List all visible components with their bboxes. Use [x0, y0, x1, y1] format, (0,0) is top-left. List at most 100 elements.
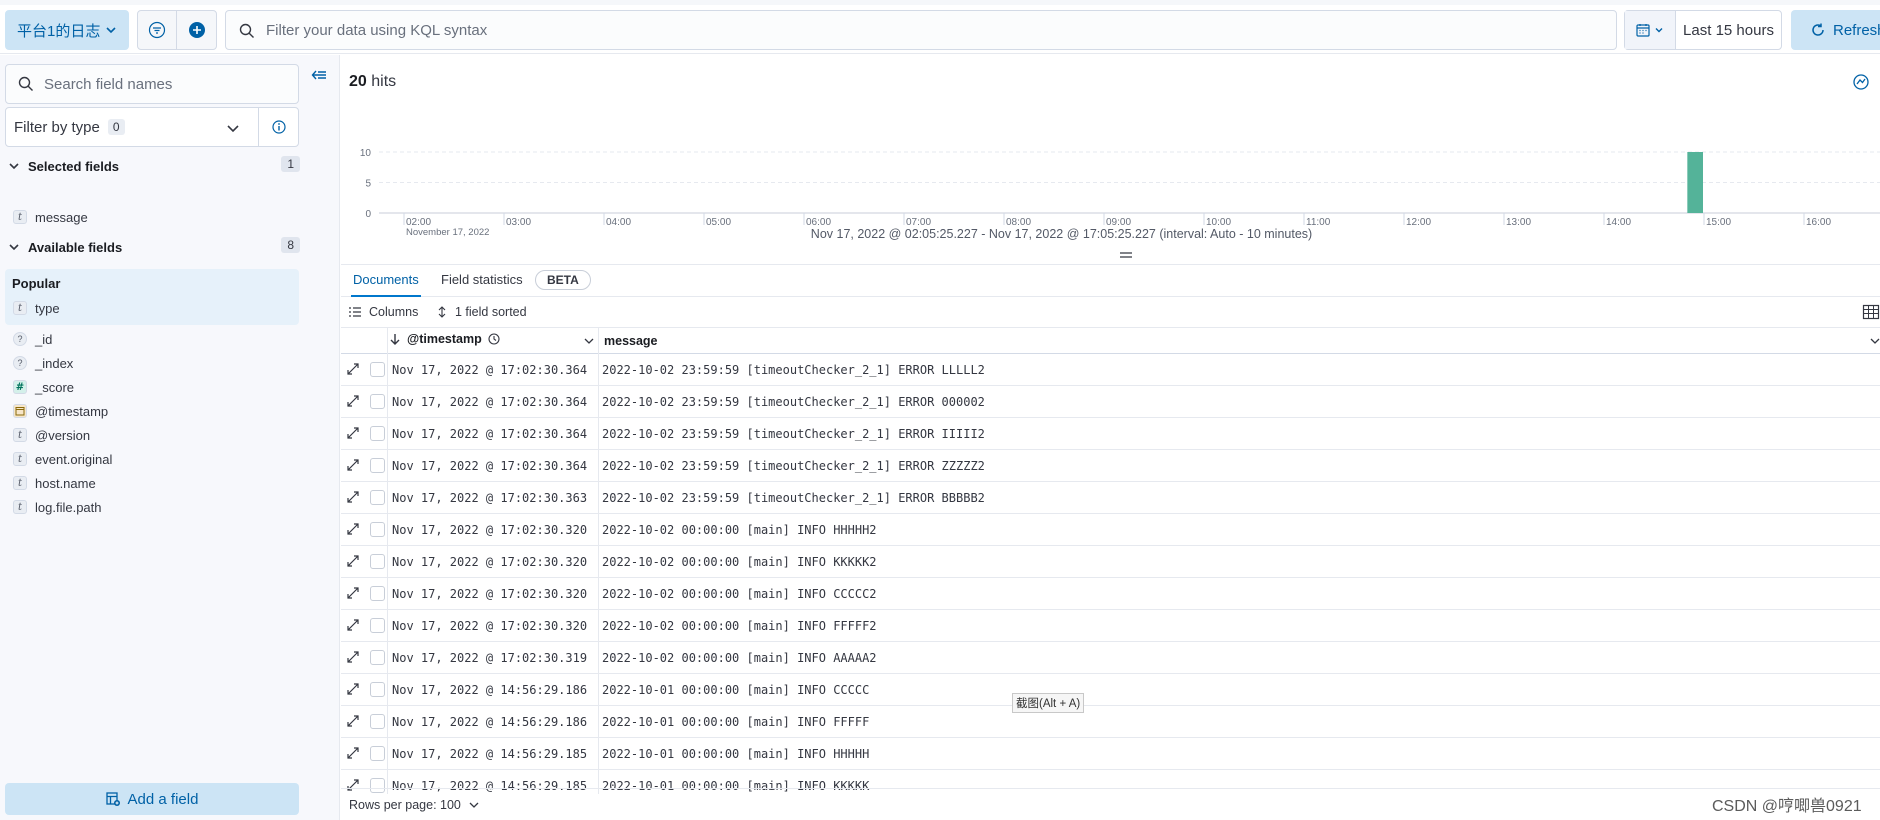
row-checkbox[interactable]	[370, 490, 385, 505]
row-checkbox[interactable]	[370, 618, 385, 633]
search-field-names-input[interactable]: Search field names	[5, 64, 299, 104]
table-row[interactable]: Nov 17, 2022 @ 17:02:30.320 2022-10-02 00…	[341, 578, 1880, 610]
expand-icon[interactable]	[346, 586, 360, 600]
field-name: host.name	[35, 475, 96, 491]
filter-count-badge: 0	[107, 119, 125, 135]
expand-icon[interactable]	[346, 714, 360, 728]
field-item-log-file-path[interactable]: t log.file.path	[13, 497, 102, 517]
expand-icon[interactable]	[346, 554, 360, 568]
row-checkbox[interactable]	[370, 394, 385, 409]
add-filter-button[interactable]	[177, 11, 216, 49]
row-checkbox[interactable]	[370, 682, 385, 697]
timestamp-column-header[interactable]: @timestamp	[389, 332, 500, 346]
expand-icon[interactable]	[346, 682, 360, 696]
table-row[interactable]: Nov 17, 2022 @ 17:02:30.364 2022-10-02 23…	[341, 354, 1880, 386]
resize-handle-icon[interactable]	[1119, 251, 1133, 259]
table-row[interactable]: Nov 17, 2022 @ 17:02:30.320 2022-10-02 00…	[341, 514, 1880, 546]
y-tick-label: 5	[365, 179, 371, 190]
row-checkbox[interactable]	[370, 554, 385, 569]
row-checkbox[interactable]	[370, 522, 385, 537]
expand-icon[interactable]	[346, 746, 360, 760]
table-row[interactable]: Nov 17, 2022 @ 17:02:30.319 2022-10-02 00…	[341, 642, 1880, 674]
field-name: _id	[35, 331, 53, 347]
tab-documents[interactable]: Documents	[351, 272, 421, 297]
message-cell: 2022-10-02 23:59:59 [timeoutChecker_2_1]…	[602, 395, 985, 409]
message-cell: 2022-10-02 23:59:59 [timeoutChecker_2_1]…	[602, 491, 985, 505]
field-item-message[interactable]: t message	[13, 207, 88, 227]
refresh-button[interactable]: Refresh	[1791, 10, 1880, 50]
unknown-type-icon: ?	[13, 332, 27, 346]
table-row[interactable]: Nov 17, 2022 @ 14:56:29.186 2022-10-01 00…	[341, 706, 1880, 738]
row-checkbox[interactable]	[370, 586, 385, 601]
table-row[interactable]: Nov 17, 2022 @ 17:02:30.363 2022-10-02 23…	[341, 482, 1880, 514]
table-density-icon[interactable]	[1862, 303, 1880, 321]
collapse-sidebar-icon[interactable]	[311, 67, 327, 83]
add-field-button[interactable]: Add a field	[5, 783, 299, 815]
timestamp-cell: Nov 17, 2022 @ 14:56:29.185	[392, 747, 588, 761]
quick-menu-button[interactable]	[1625, 11, 1676, 49]
table-row[interactable]: Nov 17, 2022 @ 17:02:30.364 2022-10-02 23…	[341, 450, 1880, 482]
chevron-down-icon[interactable]	[1870, 337, 1880, 345]
histogram-chart: 051002:00 03:00 04:00 05:00 06:00 07:00 08:00 0…	[360, 148, 1880, 238]
row-checkbox[interactable]	[370, 650, 385, 665]
field-item-index[interactable]: ? _index	[13, 353, 73, 373]
rows-per-page-button[interactable]: Rows per page: 100	[349, 798, 479, 812]
chevron-down-icon	[9, 244, 19, 251]
sort-button[interactable]: 1 field sorted	[437, 305, 527, 319]
tab-field-statistics[interactable]: Field statistics	[441, 272, 523, 287]
table-row[interactable]: Nov 17, 2022 @ 17:02:30.320 2022-10-02 00…	[341, 610, 1880, 642]
row-checkbox[interactable]	[370, 426, 385, 441]
number-type-icon: #	[13, 380, 27, 394]
row-checkbox[interactable]	[370, 746, 385, 761]
search-icon	[239, 23, 254, 38]
kql-query-input[interactable]: Filter your data using KQL syntax	[225, 10, 1617, 50]
field-item-id[interactable]: ? _id	[13, 329, 52, 349]
table-row[interactable]: Nov 17, 2022 @ 14:56:29.186 2022-10-01 00…	[341, 674, 1880, 706]
message-header-label[interactable]: message	[604, 334, 658, 348]
expand-icon[interactable]	[346, 618, 360, 632]
row-checkbox[interactable]	[370, 362, 385, 377]
histogram-bar[interactable]	[1687, 152, 1703, 213]
refresh-label: Refresh	[1833, 21, 1880, 39]
expand-icon[interactable]	[346, 426, 360, 440]
info-button[interactable]	[258, 108, 298, 146]
time-range-label[interactable]: Last 15 hours	[1676, 11, 1781, 49]
expand-icon[interactable]	[346, 394, 360, 408]
chevron-down-icon[interactable]	[584, 337, 594, 345]
table-row[interactable]: Nov 17, 2022 @ 14:56:29.185 2022-10-01 00…	[341, 738, 1880, 770]
date-type-icon	[13, 404, 27, 418]
filter-by-type-button[interactable]: Filter by type 0	[5, 107, 299, 147]
watermark-text: CSDN @哼唧兽0921	[1712, 798, 1862, 815]
table-row[interactable]: Nov 17, 2022 @ 17:02:30.364 2022-10-02 23…	[341, 418, 1880, 450]
row-checkbox[interactable]	[370, 714, 385, 729]
expand-icon[interactable]	[346, 362, 360, 376]
expand-icon[interactable]	[346, 490, 360, 504]
timestamp-cell: Nov 17, 2022 @ 17:02:30.320	[392, 619, 588, 633]
table-row[interactable]: Nov 17, 2022 @ 17:02:30.364 2022-10-02 23…	[341, 386, 1880, 418]
chart-options-icon[interactable]	[1852, 73, 1870, 91]
chevron-down-icon	[1655, 28, 1663, 33]
add-field-label: Add a field	[127, 790, 199, 808]
columns-button[interactable]: Columns	[349, 305, 418, 319]
calendar-icon	[1636, 24, 1650, 37]
table-row[interactable]: Nov 17, 2022 @ 17:02:30.320 2022-10-02 00…	[341, 546, 1880, 578]
expand-icon[interactable]	[346, 650, 360, 664]
expand-icon[interactable]	[346, 458, 360, 472]
field-item-type[interactable]: t type	[13, 298, 60, 318]
field-item-score[interactable]: # _score	[13, 377, 74, 397]
available-fields-header[interactable]: Available fields 8	[8, 235, 300, 259]
field-item-event-original[interactable]: t event.original	[13, 449, 112, 469]
grid-header-row: @timestamp message	[341, 328, 1880, 354]
available-fields-label: Available fields	[28, 239, 123, 255]
info-icon	[271, 120, 286, 134]
row-checkbox[interactable]	[370, 458, 385, 473]
filter-menu-button[interactable]	[138, 11, 178, 49]
hits-counter: 20 hits	[349, 73, 396, 91]
field-item-host-name[interactable]: t host.name	[13, 473, 96, 493]
expand-icon[interactable]	[346, 522, 360, 536]
selected-fields-header[interactable]: Selected fields 1	[8, 154, 300, 178]
field-item-version[interactable]: t @version	[13, 425, 90, 445]
y-tick-label: 10	[360, 148, 372, 159]
data-view-picker[interactable]: 平台1的日志	[5, 10, 129, 50]
field-item-timestamp[interactable]: @timestamp	[13, 401, 108, 421]
